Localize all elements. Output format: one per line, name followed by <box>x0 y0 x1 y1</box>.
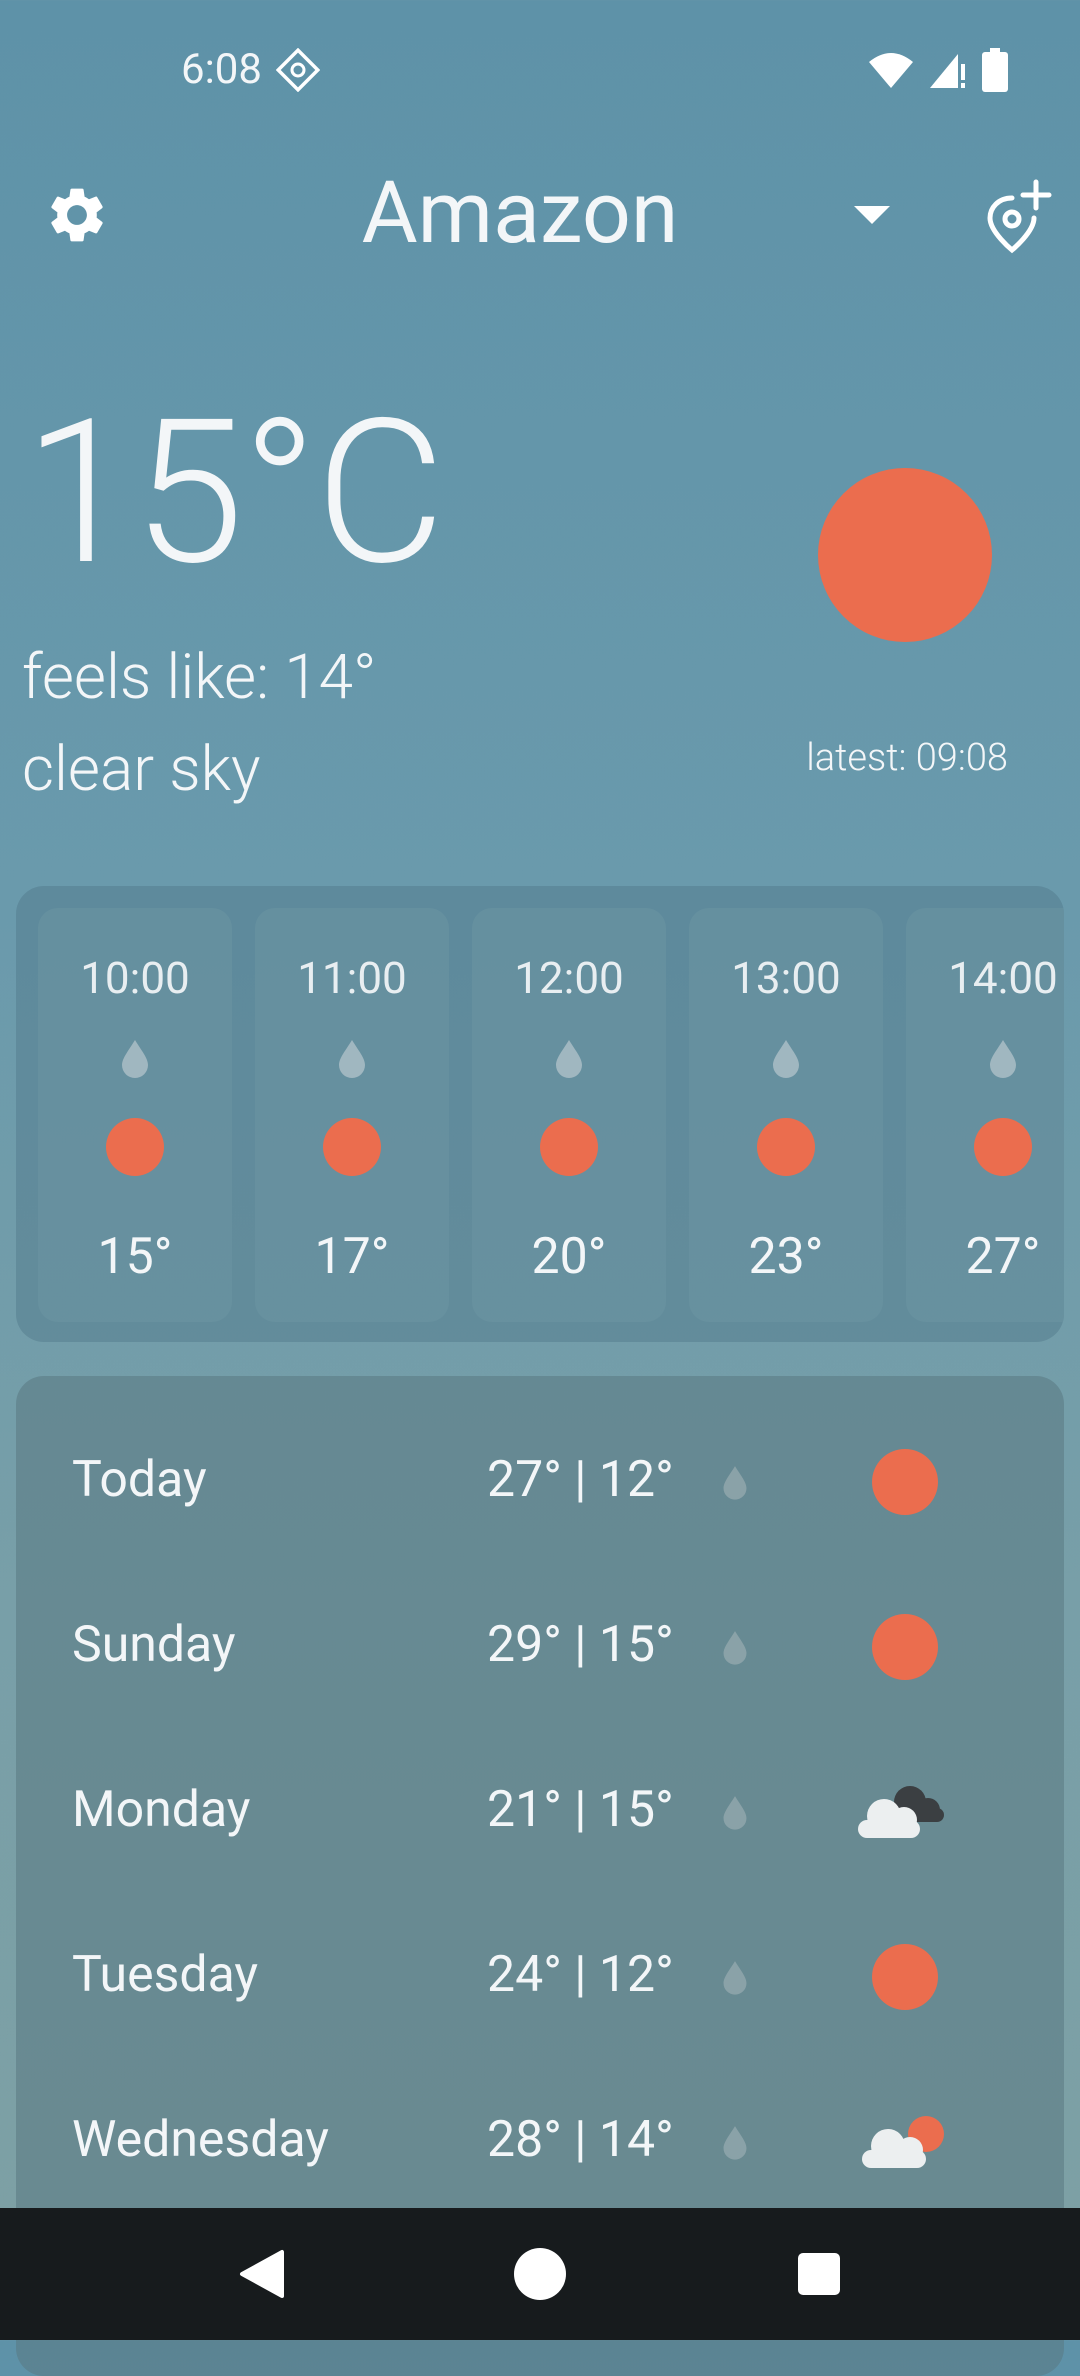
sun-icon <box>974 1118 1032 1176</box>
wifi-icon <box>869 53 913 88</box>
current-temperature: 15°C <box>24 375 445 610</box>
add-location-pin-icon[interactable] <box>982 178 1054 254</box>
condition-text: clear sky <box>22 733 261 806</box>
sun-icon <box>872 1614 938 1680</box>
hour-time: 12:00 <box>514 952 624 1004</box>
hour-time: 11:00 <box>297 952 407 1004</box>
daily-row[interactable]: Sunday 29° | 15° <box>16 1585 1064 1705</box>
sun-icon <box>757 1118 815 1176</box>
hour-temperature: 17° <box>314 1228 390 1286</box>
caret-down-icon[interactable] <box>846 196 898 232</box>
day-name: Wednesday <box>72 2111 329 2169</box>
feels-like-text: feels like: 14° <box>22 641 377 714</box>
precipitation-drop-icon <box>723 1961 747 1995</box>
hourly-card[interactable]: 10:00 15° <box>38 908 232 1322</box>
recents-icon[interactable] <box>798 2253 840 2295</box>
day-name: Today <box>72 1451 207 1509</box>
status-time: 6:08 <box>181 45 262 94</box>
battery-icon <box>982 48 1008 92</box>
location-title[interactable]: Amazon <box>300 158 740 268</box>
daily-row[interactable]: Today 27° | 12° <box>16 1420 1064 1540</box>
day-name: Tuesday <box>72 1946 259 2004</box>
hourly-forecast[interactable]: 10:00 15° 11:00 17° 12:00 20° 13:00 23° … <box>16 886 1064 1342</box>
day-name: Sunday <box>72 1616 236 1674</box>
hour-temperature: 27° <box>965 1228 1041 1286</box>
precipitation-drop-icon <box>773 1040 799 1078</box>
precipitation-drop-icon <box>723 2126 747 2160</box>
record-icon <box>276 48 320 92</box>
precipitation-drop-icon <box>122 1040 148 1078</box>
sun-icon <box>872 1944 938 2010</box>
precipitation-drop-icon <box>556 1040 582 1078</box>
hourly-card[interactable]: 13:00 23° <box>689 908 883 1322</box>
sun-icon <box>540 1118 598 1176</box>
precipitation-drop-icon <box>723 1466 747 1500</box>
hour-time: 13:00 <box>731 952 841 1004</box>
home-icon[interactable] <box>514 2248 566 2300</box>
hour-temperature: 23° <box>748 1228 824 1286</box>
sun-icon <box>818 468 992 642</box>
daily-row[interactable]: Wednesday 28° | 14° <box>16 2080 1064 2200</box>
hour-temperature: 15° <box>97 1228 173 1286</box>
partly-cloudy-icon <box>862 2116 944 2168</box>
daily-row[interactable]: Tuesday 24° | 12° <box>16 1915 1064 2035</box>
temperature-range: 27° | 12° <box>487 1451 674 1509</box>
temperature-range: 21° | 15° <box>487 1781 674 1839</box>
hour-temperature: 20° <box>531 1228 607 1286</box>
hour-time: 10:00 <box>80 952 190 1004</box>
back-icon[interactable] <box>236 2248 286 2300</box>
hourly-card[interactable]: 14:00 27° <box>906 908 1064 1322</box>
sun-icon <box>323 1118 381 1176</box>
sun-icon <box>872 1449 938 1515</box>
temperature-range: 24° | 12° <box>487 1946 674 2004</box>
latest-update-time: latest: 09:08 <box>806 736 1008 780</box>
precipitation-drop-icon <box>990 1040 1016 1078</box>
precipitation-drop-icon <box>339 1040 365 1078</box>
temperature-range: 29° | 15° <box>487 1616 674 1674</box>
precipitation-drop-icon <box>723 1796 747 1830</box>
daily-row[interactable]: Monday 21° | 15° <box>16 1750 1064 1870</box>
sun-icon <box>106 1118 164 1176</box>
dark-clouds-icon <box>858 1786 944 1838</box>
gear-icon[interactable] <box>44 182 110 248</box>
hourly-card[interactable]: 11:00 17° <box>255 908 449 1322</box>
precipitation-drop-icon <box>723 1631 747 1665</box>
day-name: Monday <box>72 1781 251 1839</box>
hourly-card[interactable]: 12:00 20° <box>472 908 666 1322</box>
status-icons <box>868 46 1008 94</box>
cellular-signal-icon <box>930 54 965 88</box>
hour-time: 14:00 <box>948 952 1058 1004</box>
temperature-range: 28° | 14° <box>487 2111 674 2169</box>
